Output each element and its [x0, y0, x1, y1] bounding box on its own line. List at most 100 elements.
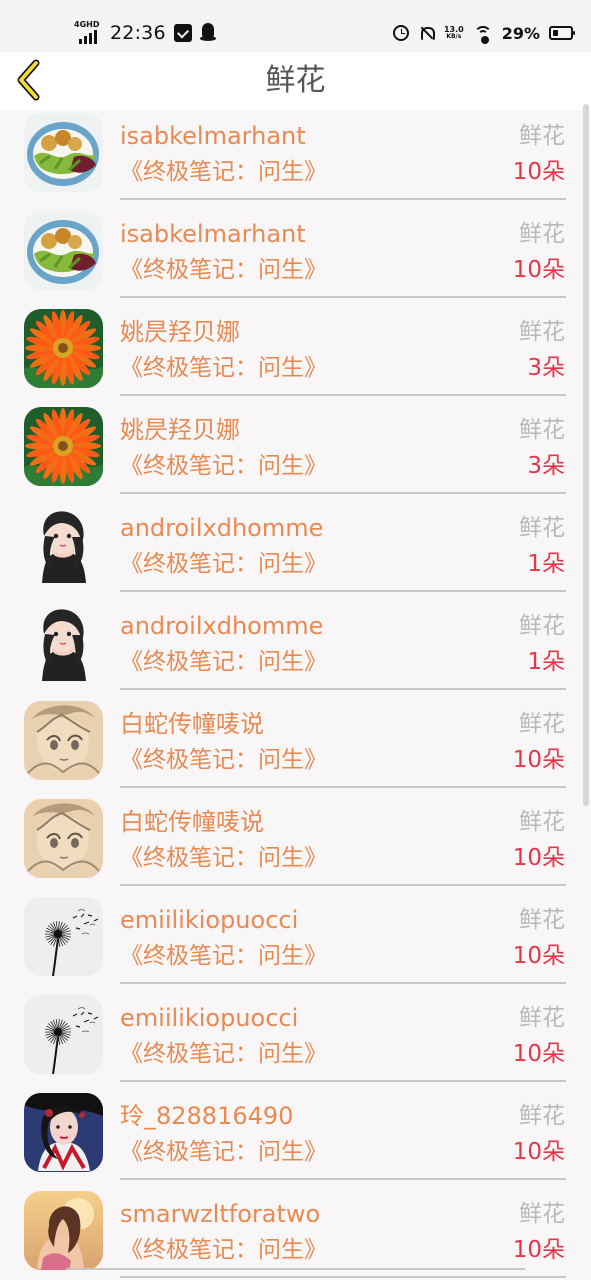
- sender-name[interactable]: 姚昃羟贝娜: [120, 415, 240, 445]
- row-divider: [120, 1178, 566, 1180]
- user-avatar[interactable]: [24, 1191, 103, 1270]
- gift-type: 鲜花: [519, 907, 565, 933]
- qq-icon: [199, 23, 216, 43]
- gift-count: 10朵: [512, 159, 565, 185]
- gift-row[interactable]: 姚昃羟贝娜《终极笔记：问生》 鲜花 3朵: [0, 404, 591, 502]
- row-divider: [120, 492, 566, 494]
- gift-count: 10朵: [512, 1237, 565, 1263]
- page-title: 鲜花: [265, 63, 326, 98]
- user-avatar[interactable]: [24, 701, 103, 780]
- status-bar: 4GHD 22:36 13.0 KB/s 29%: [0, 0, 591, 52]
- user-avatar[interactable]: [24, 897, 103, 976]
- network-speed-value: 13.0: [443, 25, 464, 34]
- wifi-icon: [473, 25, 493, 44]
- gift-type: 鲜花: [519, 319, 565, 345]
- row-divider: [120, 884, 566, 886]
- message-icon: [173, 24, 192, 42]
- book-title[interactable]: 《终极笔记：问生》: [120, 647, 327, 677]
- book-title[interactable]: 《终极笔记：问生》: [120, 1039, 327, 1069]
- gift-row[interactable]: isabkelmarhant 《终极笔记：问生》 鲜花 10朵: [0, 208, 591, 306]
- gift-count: 10朵: [512, 257, 565, 283]
- gift-row[interactable]: androilxdhomme 《终极笔记：问生》 鲜花 1朵: [0, 502, 591, 600]
- row-divider: [120, 688, 566, 690]
- network-label: 4GHD: [74, 20, 100, 29]
- user-avatar[interactable]: [24, 211, 103, 290]
- row-divider: [120, 590, 566, 592]
- gift-count: 10朵: [512, 1139, 565, 1165]
- gift-type: 鲜花: [519, 613, 565, 639]
- navigation-bar: 鲜花: [0, 52, 591, 110]
- gift-count: 10朵: [512, 747, 565, 773]
- book-title[interactable]: 《终极笔记：问生》: [120, 745, 327, 775]
- gift-row[interactable]: 白蛇传幢唛说 《终极笔记：问生》 鲜花 10朵: [0, 698, 591, 796]
- sender-name[interactable]: 白蛇传幢唛说: [120, 709, 264, 739]
- sender-name[interactable]: emiilikiopuocci: [120, 905, 298, 935]
- gift-count: 3朵: [527, 453, 565, 479]
- gift-row[interactable]: emiilikiopuocci 《终极笔记：问生》 鲜花 10朵: [0, 894, 591, 992]
- status-right: 13.0 KB/s 29%: [392, 18, 575, 48]
- gift-list[interactable]: isabkelmarhant 《终极笔记：问生》 鲜花 10朵 isabkelmarha…: [0, 110, 591, 1280]
- gift-row[interactable]: smarwzltforatwo 《终极笔记：问生》 鲜花 10朵: [0, 1188, 591, 1280]
- sender-name[interactable]: isabkelmarhant: [120, 219, 306, 249]
- gift-row[interactable]: isabkelmarhant 《终极笔记：问生》 鲜花 10朵: [0, 110, 591, 208]
- sender-name[interactable]: 姚昃羟贝娜: [120, 317, 240, 347]
- battery-percentage: 29%: [501, 23, 540, 43]
- gift-count: 1朵: [527, 649, 565, 675]
- book-title[interactable]: 《终极笔记：问生》: [120, 353, 327, 383]
- gift-count: 10朵: [512, 1041, 565, 1067]
- gift-count: 3朵: [527, 355, 565, 381]
- battery-icon: [549, 26, 575, 40]
- user-avatar[interactable]: [24, 603, 103, 682]
- list-scrollbar[interactable]: [583, 104, 589, 806]
- gift-type: 鲜花: [519, 515, 565, 541]
- book-title[interactable]: 《终极笔记：问生》: [120, 549, 327, 579]
- battery-fill: [553, 30, 558, 36]
- row-divider: [120, 1080, 566, 1082]
- book-title[interactable]: 《终极笔记：问生》: [120, 843, 327, 873]
- gift-type: 鲜花: [519, 1201, 565, 1227]
- user-avatar[interactable]: [24, 799, 103, 878]
- sender-name[interactable]: androilxdhomme: [120, 513, 323, 543]
- sender-name[interactable]: smarwzltforatwo: [120, 1199, 320, 1229]
- gift-type: 鲜花: [519, 417, 565, 443]
- row-divider: [120, 786, 566, 788]
- row-divider: [120, 198, 566, 200]
- user-avatar[interactable]: [24, 505, 103, 584]
- book-title[interactable]: 《终极笔记：问生》: [120, 451, 327, 481]
- user-avatar[interactable]: [24, 995, 103, 1074]
- alarm-icon: [392, 25, 409, 41]
- status-left: 4GHD 22:36: [74, 18, 216, 48]
- book-title[interactable]: 《终极笔记：问生》: [120, 941, 327, 971]
- sender-name[interactable]: 白蛇传幢唛说: [120, 807, 264, 837]
- gift-row[interactable]: androilxdhomme 《终极笔记：问生》 鲜花 1朵: [0, 600, 591, 698]
- book-title[interactable]: 《终极笔记：问生》: [120, 1235, 327, 1265]
- row-divider: [120, 394, 566, 396]
- sender-name[interactable]: isabkelmarhant: [120, 121, 306, 151]
- bottom-divider: [66, 1268, 525, 1270]
- network-speed: 13.0 KB/s: [443, 25, 464, 41]
- user-avatar[interactable]: [24, 113, 103, 192]
- gift-type: 鲜花: [519, 1005, 565, 1031]
- row-divider: [120, 296, 566, 298]
- cellular-signal-icon: 4GHD: [74, 20, 102, 44]
- book-title[interactable]: 《终极笔记：问生》: [120, 157, 327, 187]
- gift-row[interactable]: 玲_828816490 《终极笔记：问生》 鲜花 10朵: [0, 1090, 591, 1188]
- gift-row[interactable]: 姚昃羟贝娜《终极笔记：问生》 鲜花 3朵: [0, 306, 591, 404]
- gift-type: 鲜花: [519, 809, 565, 835]
- gift-row[interactable]: 白蛇传幢唛说 《终极笔记：问生》 鲜花 10朵: [0, 796, 591, 894]
- row-divider: [120, 1276, 566, 1278]
- notification-off-icon: [418, 25, 435, 41]
- user-avatar[interactable]: [24, 1093, 103, 1172]
- book-title[interactable]: 《终极笔记：问生》: [120, 255, 327, 285]
- gift-count: 10朵: [512, 943, 565, 969]
- sender-name[interactable]: emiilikiopuocci: [120, 1003, 298, 1033]
- user-avatar[interactable]: [24, 309, 103, 388]
- gift-row[interactable]: emiilikiopuocci 《终极笔记：问生》 鲜花 10朵: [0, 992, 591, 1090]
- book-title[interactable]: 《终极笔记：问生》: [120, 1137, 327, 1167]
- network-speed-unit: KB/s: [446, 33, 462, 40]
- user-avatar[interactable]: [24, 407, 103, 486]
- sender-name[interactable]: 玲_828816490: [120, 1101, 293, 1131]
- signal-bars-icon: [79, 30, 97, 44]
- gift-type: 鲜花: [519, 123, 565, 149]
- sender-name[interactable]: androilxdhomme: [120, 611, 323, 641]
